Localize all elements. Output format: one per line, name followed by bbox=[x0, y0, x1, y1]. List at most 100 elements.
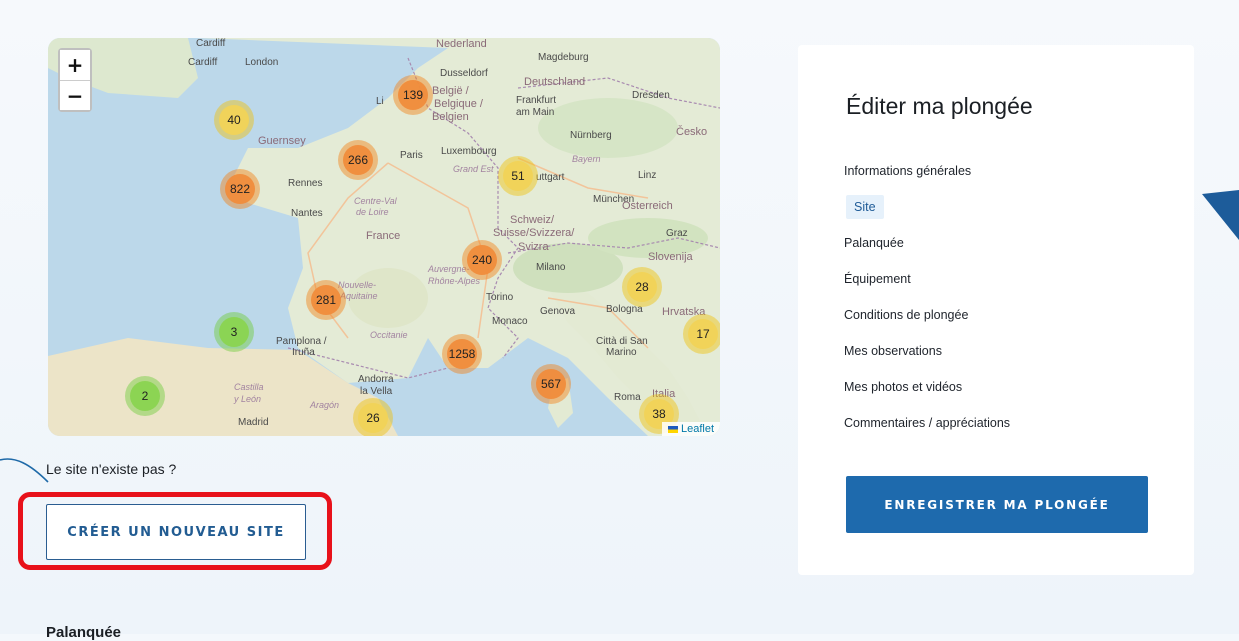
marker-cluster[interactable]: 3 bbox=[214, 312, 254, 352]
nav-item-site[interactable]: Site bbox=[844, 189, 1010, 225]
map-label: Österreich bbox=[622, 200, 673, 212]
nav-item-palanquee[interactable]: Palanquée bbox=[844, 225, 1010, 261]
nav-item-conditions[interactable]: Conditions de plongée bbox=[844, 297, 1010, 333]
marker-cluster[interactable]: 266 bbox=[338, 140, 378, 180]
marker-cluster[interactable]: 240 bbox=[462, 240, 502, 280]
map-label: Centre-Val bbox=[354, 196, 397, 206]
map-label: Magdeburg bbox=[538, 52, 589, 63]
marker-cluster[interactable]: 28 bbox=[622, 267, 662, 307]
edit-dive-panel: Éditer ma plongée Informations générales… bbox=[798, 45, 1194, 575]
map-label: Madrid bbox=[238, 417, 269, 428]
map-label: Frankfurt bbox=[516, 95, 557, 106]
map-label: Paris bbox=[400, 150, 423, 161]
map-label: Roma bbox=[614, 392, 641, 403]
cluster-count: 1258 bbox=[447, 339, 477, 369]
marker-cluster[interactable]: 822 bbox=[220, 169, 260, 209]
cluster-count: 17 bbox=[688, 319, 718, 349]
marker-cluster[interactable]: 51 bbox=[498, 156, 538, 196]
marker-cluster[interactable]: 567 bbox=[531, 364, 571, 404]
map-label: Milano bbox=[536, 262, 566, 273]
zoom-in-button[interactable]: + bbox=[60, 50, 90, 80]
map-label: Dresden bbox=[632, 90, 670, 101]
dive-site-map[interactable]: + − Cardiff Cardiff London Nederland Mag… bbox=[48, 38, 720, 436]
marker-cluster[interactable]: 2 bbox=[125, 376, 165, 416]
map-label: Grand Est bbox=[453, 164, 494, 174]
map-label: Dusseldorf bbox=[440, 68, 488, 79]
map-label: y León bbox=[234, 394, 262, 404]
cluster-count: 2 bbox=[130, 381, 160, 411]
map-label: Rennes bbox=[288, 178, 323, 189]
map-label: Nouvelle- bbox=[338, 280, 377, 290]
marker-cluster[interactable]: 40 bbox=[214, 100, 254, 140]
cluster-count: 51 bbox=[503, 161, 533, 191]
map-label: France bbox=[366, 230, 401, 242]
map-label: Nederland bbox=[436, 38, 487, 50]
map-label: Li bbox=[376, 96, 384, 107]
map-label: Cardiff bbox=[188, 57, 218, 68]
marker-cluster[interactable]: 281 bbox=[306, 280, 346, 320]
cluster-count: 822 bbox=[225, 174, 255, 204]
map-label: Nantes bbox=[291, 208, 323, 219]
map-label: Suisse/Svizzera/ bbox=[493, 227, 575, 239]
zoom-control: + − bbox=[58, 48, 92, 112]
map-label: Cardiff bbox=[196, 38, 226, 49]
map-label: Svizra bbox=[518, 241, 549, 253]
map-label: Belgien bbox=[432, 111, 469, 123]
map-label: Belgique / bbox=[434, 98, 483, 110]
map-label: Pamplona / bbox=[276, 336, 327, 347]
map-label: Deutschland bbox=[524, 76, 586, 88]
cluster-count: 240 bbox=[467, 245, 497, 275]
map-label: Marino bbox=[606, 347, 637, 358]
cluster-count: 139 bbox=[398, 80, 428, 110]
cluster-count: 567 bbox=[536, 369, 566, 399]
section-nav: Informations générales Site Palanquée Éq… bbox=[844, 153, 1010, 441]
map-attribution[interactable]: Leaflet bbox=[661, 422, 720, 436]
cluster-count: 281 bbox=[311, 285, 341, 315]
cluster-count: 28 bbox=[627, 272, 657, 302]
map-label: de Loire bbox=[356, 207, 389, 217]
map-label: la Vella bbox=[360, 386, 393, 397]
map-label: Česko bbox=[676, 126, 708, 138]
site-missing-text: Le site n'existe pas ? bbox=[46, 461, 177, 477]
leaflet-link[interactable]: Leaflet bbox=[681, 423, 714, 435]
map-label: uttgart bbox=[536, 172, 565, 183]
marker-cluster[interactable]: 1258 bbox=[442, 334, 482, 374]
cluster-count: 266 bbox=[343, 145, 373, 175]
map-label: Nürnberg bbox=[570, 130, 612, 141]
map-label: Schweiz/ bbox=[510, 214, 555, 226]
nav-item-equipement[interactable]: Équipement bbox=[844, 261, 1010, 297]
map-label: London bbox=[245, 57, 279, 68]
map-label: Andorra bbox=[358, 374, 394, 385]
map-label: Città di San bbox=[596, 336, 648, 347]
cluster-count: 26 bbox=[358, 403, 388, 433]
map-label: Monaco bbox=[492, 316, 528, 327]
map-label: Luxembourg bbox=[441, 146, 497, 157]
marker-cluster[interactable]: 139 bbox=[393, 75, 433, 115]
nav-item-photos[interactable]: Mes photos et vidéos bbox=[844, 369, 1010, 405]
marker-cluster[interactable]: 26 bbox=[353, 398, 393, 436]
map-label: Genova bbox=[540, 306, 576, 317]
map-label: Graz bbox=[666, 228, 688, 239]
create-site-button[interactable]: CRÉER UN NOUVEAU SITE bbox=[46, 504, 306, 560]
section-title-palanquee: Palanquée bbox=[46, 624, 122, 641]
map-label: Slovenija bbox=[648, 251, 693, 263]
map-label: Aragón bbox=[310, 400, 340, 410]
map-label: Torino bbox=[486, 292, 514, 303]
ukraine-flag-icon bbox=[667, 425, 678, 433]
marker-cluster[interactable]: 17 bbox=[683, 314, 720, 354]
map-label: Guernsey bbox=[258, 135, 306, 147]
nav-item-informations[interactable]: Informations générales bbox=[844, 153, 1010, 189]
zoom-out-button[interactable]: − bbox=[60, 80, 90, 110]
map-label: Castilla bbox=[234, 382, 264, 392]
cluster-count: 3 bbox=[219, 317, 249, 347]
nav-item-observations[interactable]: Mes observations bbox=[844, 333, 1010, 369]
map-label: Linz bbox=[638, 170, 657, 181]
map-label: Iruña bbox=[292, 347, 315, 358]
map-label: Occitanie bbox=[370, 330, 408, 340]
nav-item-commentaires[interactable]: Commentaires / appréciations bbox=[844, 405, 1010, 441]
save-dive-button[interactable]: ENREGISTRER MA PLONGÉE bbox=[846, 476, 1148, 533]
panel-title: Éditer ma plongée bbox=[846, 93, 1033, 119]
cluster-count: 40 bbox=[219, 105, 249, 135]
map-label: Bayern bbox=[572, 154, 601, 164]
map-label: België / bbox=[432, 85, 469, 97]
